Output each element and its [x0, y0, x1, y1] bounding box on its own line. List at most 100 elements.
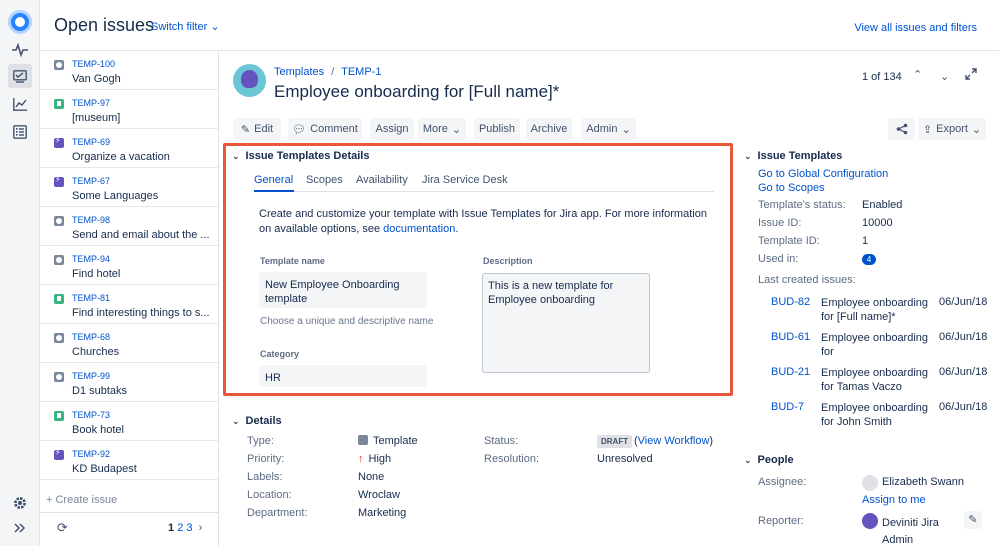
- reports-icon[interactable]: [8, 92, 32, 116]
- list-item[interactable]: TEMP-69 Organize a vacation: [40, 129, 218, 168]
- edit-label: Edit: [254, 123, 274, 135]
- next-issue-icon[interactable]: ⌄: [940, 70, 949, 83]
- export-label: Export: [936, 123, 968, 135]
- export-icon: ⇪: [922, 123, 933, 136]
- template-details-title: Issue Templates Details: [245, 150, 370, 162]
- page-3[interactable]: 3: [186, 522, 192, 534]
- documentation-link[interactable]: documentation: [383, 223, 455, 235]
- issue-id-value: 10000: [862, 217, 893, 229]
- task-icon: [54, 333, 64, 343]
- last-created-issue-link[interactable]: BUD-7: [771, 401, 804, 413]
- list-item[interactable]: TEMP-92 KD Budapest: [40, 441, 218, 480]
- tab-scopes[interactable]: Scopes: [306, 174, 343, 186]
- previous-issue-icon[interactable]: ⌃: [913, 68, 922, 81]
- list-item[interactable]: TEMP-68 Churches: [40, 324, 218, 363]
- go-to-scopes-link[interactable]: Go to Scopes: [758, 182, 825, 194]
- last-created-issue-summary: Employee onboarding for [Full name]*: [821, 297, 929, 323]
- switch-filter-button[interactable]: Switch filter ⌄: [151, 20, 220, 33]
- issue-summary: Churches: [72, 346, 120, 358]
- checklist-icon[interactable]: [8, 120, 32, 144]
- issue-templates-heading[interactable]: ⌄ Issue Templates: [744, 150, 842, 162]
- comment-button[interactable]: 💬︎ Comment: [288, 118, 362, 140]
- list-item[interactable]: TEMP-97 [museum]: [40, 90, 218, 129]
- publish-button[interactable]: Publish: [474, 118, 520, 140]
- issue-summary: Send and email about the ...: [72, 229, 210, 241]
- view-all-issues-link[interactable]: View all issues and filters: [854, 22, 977, 34]
- category-select[interactable]: HR: [259, 365, 427, 387]
- category-label: Category: [260, 349, 300, 359]
- template-status-value: Enabled: [862, 199, 903, 211]
- create-issue-link[interactable]: + Create issue: [46, 494, 117, 506]
- list-item[interactable]: TEMP-67 Some Languages: [40, 168, 218, 207]
- last-created-issue-link[interactable]: BUD-82: [771, 296, 810, 308]
- share-button[interactable]: [888, 118, 915, 140]
- assign-button[interactable]: Assign: [370, 118, 414, 140]
- settings-gear-icon[interactable]: [8, 491, 32, 515]
- list-item[interactable]: TEMP-94 Find hotel: [40, 246, 218, 285]
- issue-list: TEMP-100 Van Gogh TEMP-97 [museum] TEMP-69…: [40, 51, 219, 546]
- last-created-issue-link[interactable]: BUD-21: [771, 366, 810, 378]
- next-page-icon[interactable]: ›: [199, 522, 203, 534]
- breadcrumb-separator: /: [331, 66, 335, 78]
- template-details-heading[interactable]: ⌄ Issue Templates Details: [232, 150, 369, 162]
- refresh-icon[interactable]: ⟳: [57, 520, 68, 536]
- expand-issue-icon[interactable]: [965, 68, 977, 83]
- archive-button[interactable]: Archive: [526, 118, 572, 140]
- assignee-avatar: [862, 475, 878, 491]
- template-name-label: Template name: [260, 256, 325, 266]
- issue-title[interactable]: Employee onboarding for [Full name]*: [274, 82, 559, 102]
- people-heading[interactable]: ⌄ People: [744, 454, 794, 466]
- intro-text: Create and customize your template with …: [259, 208, 707, 235]
- global-configuration-link[interactable]: Go to Global Configuration: [758, 168, 888, 180]
- arrow-up-icon: ↑: [358, 453, 364, 465]
- tab-general[interactable]: General: [254, 174, 293, 186]
- more-label: More: [422, 123, 448, 135]
- chevron-down-icon: ⌄: [232, 151, 240, 161]
- location-value: Wroclaw: [358, 489, 400, 501]
- tab-jira-service-desk[interactable]: Jira Service Desk: [422, 174, 508, 186]
- issue-key: TEMP-69: [72, 137, 111, 147]
- switch-filter-label: Switch filter: [151, 21, 208, 33]
- breadcrumb-issue-link[interactable]: TEMP-1: [341, 66, 381, 78]
- assignee-label: Assignee:: [758, 476, 807, 488]
- template-name-input[interactable]: New Employee Onboarding template: [259, 272, 427, 308]
- page-1[interactable]: 1: [168, 522, 174, 534]
- epic-icon: [54, 448, 64, 460]
- issues-icon[interactable]: [8, 64, 32, 88]
- more-button[interactable]: More ⌄: [418, 118, 466, 140]
- edit-button[interactable]: ✎ Edit: [233, 118, 281, 140]
- list-item[interactable]: TEMP-73 Book hotel: [40, 402, 218, 441]
- priority-value: ↑ High: [358, 453, 391, 465]
- used-in-label: Used in:: [758, 253, 799, 265]
- admin-button[interactable]: Admin ⌄: [581, 118, 636, 140]
- issue-position: 1 of 134: [862, 71, 902, 83]
- app-logo-icon[interactable]: [8, 10, 32, 34]
- department-label: Department:: [247, 507, 308, 519]
- expand-sidebar-icon[interactable]: [8, 516, 32, 540]
- activity-icon[interactable]: [8, 38, 32, 62]
- list-item[interactable]: TEMP-100 Van Gogh: [40, 51, 218, 90]
- list-item[interactable]: TEMP-99 D1 subtaks: [40, 363, 218, 402]
- issue-key: TEMP-94: [72, 254, 111, 264]
- assignee-value[interactable]: Elizabeth Swann: [882, 476, 964, 488]
- export-button[interactable]: ⇪ Export ⌄: [918, 118, 986, 140]
- list-item[interactable]: TEMP-81 Find interesting things to s...: [40, 285, 218, 324]
- last-created-issue-date: 06/Jun/18: [939, 401, 988, 413]
- page-2[interactable]: 2: [177, 522, 183, 534]
- reporter-value[interactable]: Deviniti Jira Admin: [882, 515, 962, 546]
- details-heading[interactable]: ⌄ Details: [232, 415, 282, 427]
- breadcrumb-project-link[interactable]: Templates: [274, 66, 324, 78]
- tab-availability[interactable]: Availability: [356, 174, 408, 186]
- used-in-count-badge[interactable]: 4: [862, 254, 876, 265]
- edit-pencil-icon[interactable]: ✎: [964, 511, 982, 529]
- view-workflow-link[interactable]: View Workflow: [638, 435, 710, 447]
- people-title: People: [757, 454, 794, 466]
- last-created-issue-link[interactable]: BUD-61: [771, 331, 810, 343]
- list-item[interactable]: TEMP-98 Send and email about the ...: [40, 207, 218, 246]
- issue-key: TEMP-81: [72, 293, 111, 303]
- list-footer-divider: [40, 512, 219, 513]
- description-textarea[interactable]: This is a new template for Employee onbo…: [482, 273, 650, 373]
- assign-to-me-link[interactable]: Assign to me: [862, 494, 926, 506]
- issue-summary: Book hotel: [72, 424, 124, 436]
- chevron-down-icon: ⌄: [210, 21, 220, 33]
